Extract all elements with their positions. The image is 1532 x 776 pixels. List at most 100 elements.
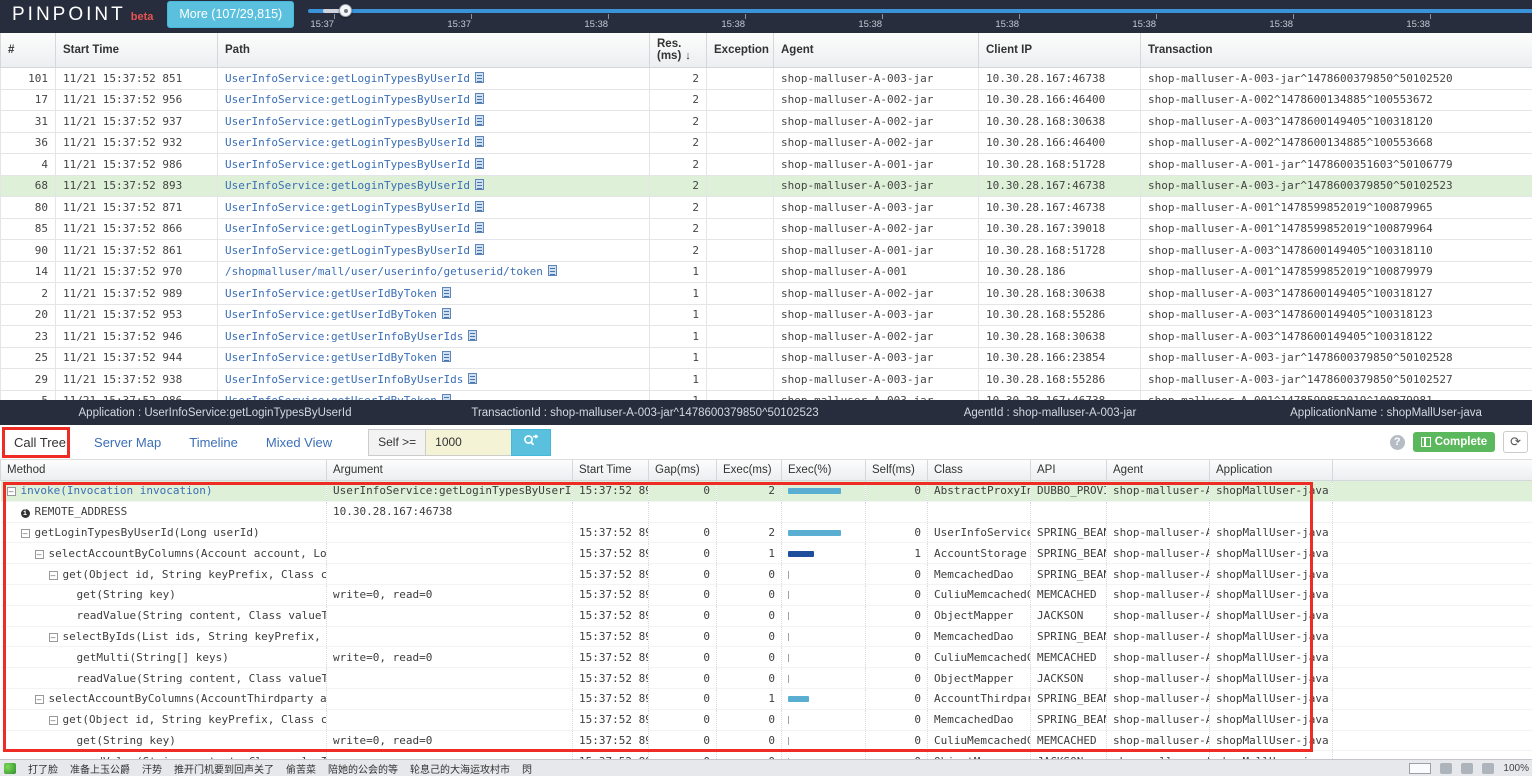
column-header-transaction[interactable]: Transaction xyxy=(1141,33,1532,68)
tab-call-tree[interactable]: Call Tree xyxy=(0,428,80,457)
calltree-header-gap-ms[interactable]: Gap(ms) xyxy=(649,460,717,481)
calltree-cell-method[interactable]: getMulti(String[] keys) xyxy=(1,647,327,668)
path-link[interactable]: UserInfoService:getUserIdByToken xyxy=(225,308,437,321)
calltree-cell-method[interactable]: –getLoginTypesByUserId(Long userId) xyxy=(1,522,327,543)
calltree-cell-method[interactable]: get(String key) xyxy=(1,730,327,751)
calltree-cell-method[interactable]: readValue(String content, Class valueTyp… xyxy=(1,605,327,626)
tree-collapse-icon[interactable]: – xyxy=(21,529,30,538)
tab-mixed-view[interactable]: Mixed View xyxy=(252,428,346,457)
cell-path[interactable]: UserInfoService:getLoginTypesByUserId xyxy=(218,154,650,176)
calltree-cell-method[interactable]: –invoke(Invocation invocation) xyxy=(1,481,327,502)
document-icon[interactable] xyxy=(475,93,484,104)
time-range-slider[interactable]: 15:3715:3715:3815:3815:3815:3815:3815:38… xyxy=(308,0,1532,33)
column-header-start-time[interactable]: Start Time xyxy=(56,33,218,68)
taskbar-app-icon[interactable] xyxy=(4,763,16,774)
tree-collapse-icon[interactable]: – xyxy=(49,716,58,725)
document-icon[interactable] xyxy=(442,351,451,362)
slider-track[interactable] xyxy=(308,9,1532,13)
path-link[interactable]: UserInfoService:getLoginTypesByUserId xyxy=(225,72,470,85)
path-link[interactable]: /shopmalluser/mall/user/userinfo/getuser… xyxy=(225,265,543,278)
path-link[interactable]: UserInfoService:getLoginTypesByUserId xyxy=(225,115,470,128)
taskbar-item[interactable]: 陪她的公会的等 xyxy=(328,761,398,776)
taskbar-item[interactable]: 偷苦菜 xyxy=(286,761,316,776)
column-header-path[interactable]: Path xyxy=(218,33,650,68)
table-row[interactable]: 2011/21 15:37:52 953UserInfoService:getU… xyxy=(1,304,1532,326)
path-link[interactable]: UserInfoService:getUserIdByToken xyxy=(225,351,437,364)
document-icon[interactable] xyxy=(475,201,484,212)
calltree-cell-method[interactable]: –get(Object id, String keyPrefix, Class … xyxy=(1,709,327,730)
cell-path[interactable]: UserInfoService:getUserInfoByUserIds xyxy=(218,369,650,391)
calltree-header-start-time[interactable]: Start Time xyxy=(573,460,649,481)
path-link[interactable]: UserInfoService:getUserInfoByUserIds xyxy=(225,330,463,343)
taskbar-item[interactable]: 閃 xyxy=(522,761,532,776)
call-tree-row[interactable]: iREMOTE_ADDRESS10.30.28.167:46738 xyxy=(1,501,1532,522)
tree-collapse-icon[interactable]: – xyxy=(35,695,44,704)
taskbar-item[interactable]: 打了脸 xyxy=(28,761,58,776)
path-link[interactable]: UserInfoService:getLoginTypesByUserId xyxy=(225,179,470,192)
table-row[interactable]: 8011/21 15:37:52 871UserInfoService:getL… xyxy=(1,197,1532,219)
tab-timeline[interactable]: Timeline xyxy=(175,428,252,457)
call-tree-row[interactable]: –get(Object id, String keyPrefix, Class … xyxy=(1,564,1532,585)
cell-path[interactable]: UserInfoService:getLoginTypesByUserId xyxy=(218,218,650,240)
path-link[interactable]: UserInfoService:getLoginTypesByUserId xyxy=(225,201,470,214)
document-icon[interactable] xyxy=(442,308,451,319)
cell-path[interactable]: UserInfoService:getUserIdByToken xyxy=(218,283,650,305)
calltree-cell-method[interactable]: –selectAccountByColumns(AccountThirdpart… xyxy=(1,688,327,709)
taskbar-item[interactable]: 推开门机要到回声关了 xyxy=(174,761,274,776)
document-icon[interactable] xyxy=(475,115,484,126)
cell-path[interactable]: /shopmalluser/mall/user/userinfo/getuser… xyxy=(218,261,650,283)
call-tree-row[interactable]: get(String key)write=0, read=015:37:52 8… xyxy=(1,730,1532,751)
cell-path[interactable]: UserInfoService:getUserIdByToken xyxy=(218,304,650,326)
call-tree-row[interactable]: –getLoginTypesByUserId(Long userId)15:37… xyxy=(1,522,1532,543)
column-header-res-ms[interactable]: Res. (ms)↓ xyxy=(650,33,707,68)
document-icon[interactable] xyxy=(468,330,477,341)
cell-path[interactable]: UserInfoService:getUserIdByToken xyxy=(218,347,650,369)
path-link[interactable]: UserInfoService:getLoginTypesByUserId xyxy=(225,158,470,171)
document-icon[interactable] xyxy=(548,265,557,276)
document-icon[interactable] xyxy=(475,179,484,190)
cell-path[interactable]: UserInfoService:getLoginTypesByUserId xyxy=(218,175,650,197)
table-row[interactable]: 411/21 15:37:52 986UserInfoService:getLo… xyxy=(1,154,1532,176)
table-row[interactable]: 10111/21 15:37:52 851UserInfoService:get… xyxy=(1,68,1532,90)
document-icon[interactable] xyxy=(468,373,477,384)
table-row[interactable]: 1411/21 15:37:52 970/shopmalluser/mall/u… xyxy=(1,261,1532,283)
table-row[interactable]: 1711/21 15:37:52 956UserInfoService:getL… xyxy=(1,89,1532,111)
calltree-cell-method[interactable]: –get(Object id, String keyPrefix, Class … xyxy=(1,564,327,585)
call-tree-row[interactable]: getMulti(String[] keys)write=0, read=015… xyxy=(1,647,1532,668)
calltree-header-argument[interactable]: Argument xyxy=(327,460,573,481)
call-tree-row[interactable]: readValue(String content, Class valueTyp… xyxy=(1,668,1532,689)
tree-collapse-icon[interactable]: – xyxy=(49,571,58,580)
document-icon[interactable] xyxy=(475,222,484,233)
cell-path[interactable]: UserInfoService:getLoginTypesByUserId xyxy=(218,240,650,262)
tree-collapse-icon[interactable]: – xyxy=(7,487,16,496)
calltree-header-api[interactable]: API xyxy=(1031,460,1107,481)
cell-path[interactable]: UserInfoService:getLoginTypesByUserId xyxy=(218,111,650,133)
tree-collapse-icon[interactable]: – xyxy=(49,633,58,642)
table-row[interactable]: 3111/21 15:37:52 937UserInfoService:getL… xyxy=(1,111,1532,133)
tree-collapse-icon[interactable]: – xyxy=(35,550,44,559)
table-row[interactable]: 6811/21 15:37:52 893UserInfoService:getL… xyxy=(1,175,1532,197)
calltree-cell-method[interactable]: readValue(String content, Class valueTyp… xyxy=(1,668,327,689)
refresh-button[interactable]: ⟳ xyxy=(1503,431,1528,453)
table-row[interactable]: 9011/21 15:37:52 861UserInfoService:getL… xyxy=(1,240,1532,262)
cell-path[interactable]: UserInfoService:getLoginTypesByUserId xyxy=(218,132,650,154)
document-icon[interactable] xyxy=(475,136,484,147)
path-link[interactable]: UserInfoService:getLoginTypesByUserId xyxy=(225,93,470,106)
cell-path[interactable]: UserInfoService:getLoginTypesByUserId xyxy=(218,89,650,111)
column-header-client-ip[interactable]: Client IP xyxy=(979,33,1141,68)
table-row[interactable]: 2311/21 15:37:52 946UserInfoService:getU… xyxy=(1,326,1532,348)
call-tree-row[interactable]: –selectAccountByColumns(Account account,… xyxy=(1,543,1532,564)
calltree-header-class[interactable]: Class xyxy=(928,460,1031,481)
calltree-header-agent[interactable]: Agent xyxy=(1107,460,1210,481)
call-tree-row[interactable]: –selectByIds(List ids, String keyPrefix,… xyxy=(1,626,1532,647)
table-row[interactable]: 8511/21 15:37:52 866UserInfoService:getL… xyxy=(1,218,1532,240)
calltree-cell-method[interactable]: –selectAccountByColumns(Account account,… xyxy=(1,543,327,564)
calltree-header-application[interactable]: Application xyxy=(1210,460,1333,481)
path-link[interactable]: UserInfoService:getUserIdByToken xyxy=(225,287,437,300)
cell-path[interactable]: UserInfoService:getLoginTypesByUserId xyxy=(218,68,650,90)
tray-volume-icon[interactable] xyxy=(1461,763,1473,774)
calltree-header-exec-ms[interactable]: Exec(ms) xyxy=(717,460,782,481)
tray-network-icon[interactable] xyxy=(1482,763,1494,774)
table-row[interactable]: 3611/21 15:37:52 932UserInfoService:getL… xyxy=(1,132,1532,154)
taskbar-item[interactable]: 准备上玉公爵 xyxy=(70,761,130,776)
